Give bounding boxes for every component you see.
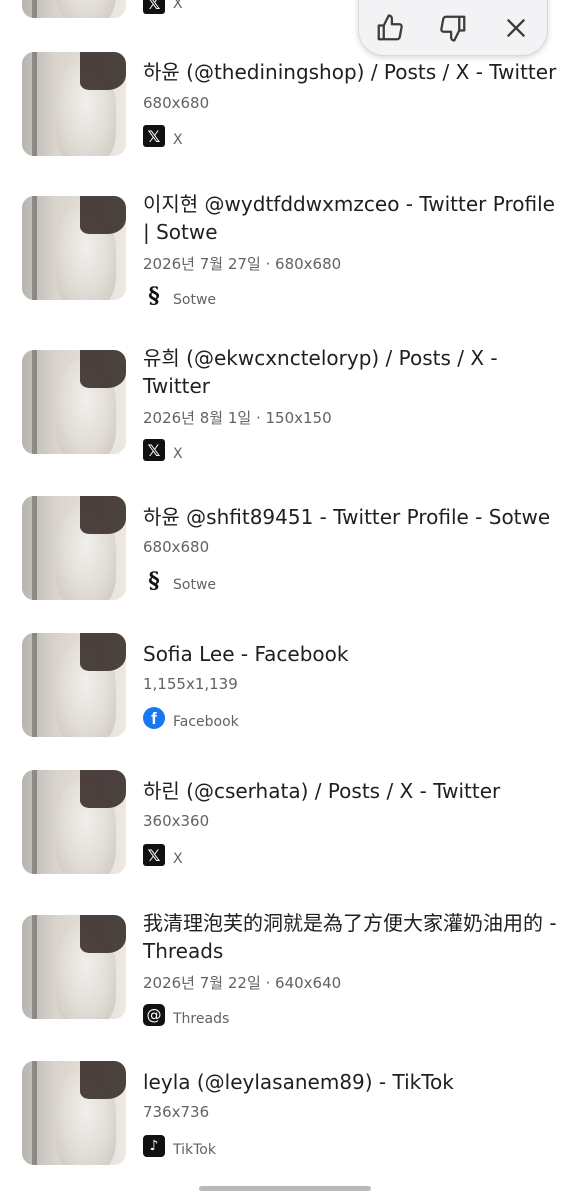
result-thumbnail[interactable] [22,770,126,874]
result-thumbnail[interactable] [22,0,126,18]
source-name: X [173,446,183,462]
result-thumbnail[interactable] [22,52,126,156]
x-icon: 𝕏 [143,844,165,866]
result-title[interactable]: 유희 (@ekwcxncteloryp) / Posts / X - Twitt… [143,344,558,400]
result-meta: 1,155x1,139 [143,675,238,693]
result-meta: 360x360 [143,812,210,830]
result-thumbnail[interactable] [22,196,126,300]
source-name: X [173,851,183,867]
result-thumbnail[interactable] [22,350,126,454]
source-name: Threads [173,1011,230,1027]
source-name: X [173,0,183,12]
result-meta: 2026년 8월 1일 · 150x150 [143,409,332,427]
x-icon: 𝕏 [143,125,165,147]
result-title[interactable]: Sofia Lee - Facebook [143,640,558,668]
result-meta: 2026년 7월 22일 · 640x640 [143,974,342,992]
result-title[interactable]: 하린 (@cserhata) / Posts / X - Twitter [143,777,558,805]
x-icon: 𝕏 [143,0,165,14]
result-thumbnail[interactable] [22,496,126,600]
x-icon: 𝕏 [143,439,165,461]
source-name: Sotwe [173,292,217,308]
close-icon[interactable] [494,6,538,50]
tiktok-icon: ♪ [143,1135,165,1157]
result-meta: 736x736 [143,1103,210,1121]
result-meta: 680x680 [143,94,210,112]
result-thumbnail[interactable] [22,633,126,737]
sotwe-icon: § [148,283,160,309]
source-name: Facebook [173,714,239,730]
facebook-icon: f [143,707,165,729]
sotwe-icon: § [148,568,160,594]
source-name: Sotwe [173,577,217,593]
result-title[interactable]: 하윤 (@thediningshop) / Posts / X - Twitte… [143,58,558,86]
result-thumbnail[interactable] [22,915,126,1019]
result-meta: 2026년 7월 27일 · 680x680 [143,255,342,273]
thumbs-up-icon[interactable] [368,6,412,50]
source-name: TikTok [173,1142,216,1158]
feedback-bar [358,0,548,56]
result-meta: 680x680 [143,538,210,556]
result-title[interactable]: 我清理泡芙的洞就是為了方便大家灌奶油用的 - Threads [143,909,558,965]
threads-icon: @ [143,1004,165,1026]
thumbs-down-icon[interactable] [431,6,475,50]
source-name: X [173,132,183,148]
result-title[interactable]: 이지현 @wydtfddwxmzceo - Twitter Profile | … [143,190,558,246]
result-title[interactable]: 하윤 @shfit89451 - Twitter Profile - Sotwe [143,503,558,531]
home-indicator[interactable] [199,1186,371,1191]
result-thumbnail[interactable] [22,1061,126,1165]
result-title[interactable]: leyla (@leylasanem89) - TikTok [143,1068,558,1096]
